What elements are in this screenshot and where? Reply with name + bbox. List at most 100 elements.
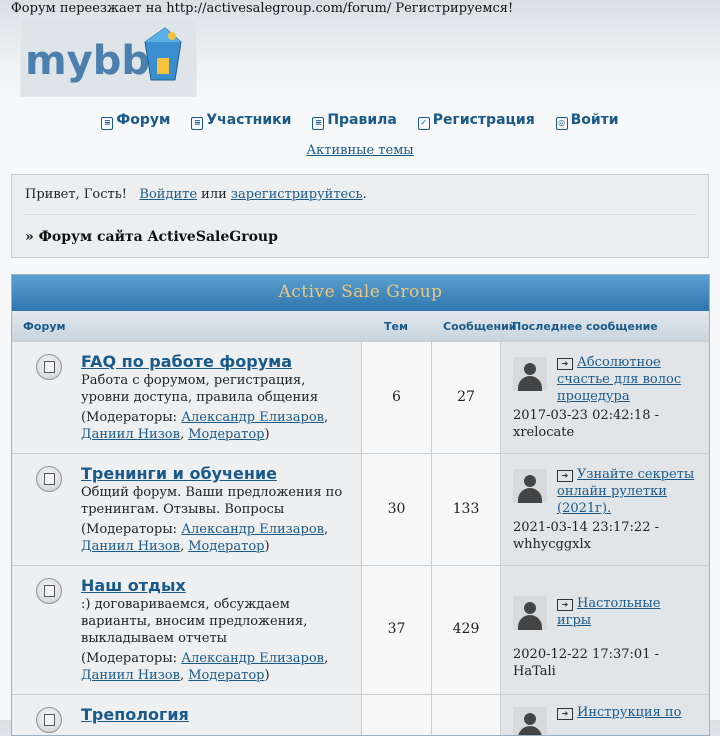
posts-cell: 27 xyxy=(432,342,501,453)
mybb-logo[interactable]: mybb xyxy=(20,17,197,97)
nav-label: Форум xyxy=(116,112,171,128)
go-to-post-icon[interactable]: ➜ xyxy=(557,599,573,611)
forum-icon: ≡ xyxy=(101,117,114,130)
moderator-link[interactable]: Модератор xyxy=(188,427,264,442)
moderator-link[interactable]: Даниил Низов xyxy=(81,539,180,554)
forum-row: Трепология ➜ Инструкция по xyxy=(12,694,709,735)
last-post-line: ➜ Узнайте секреты онлайн рулетки (2021г). xyxy=(557,466,697,517)
moderators-label: (Модераторы: xyxy=(81,522,178,537)
category-title: Active Sale Group xyxy=(12,275,709,311)
moderator-link[interactable]: Александр Елизаров xyxy=(181,410,324,425)
forum-status-icon xyxy=(36,354,62,380)
breadcrumb: » Форум сайта ActiveSaleGroup xyxy=(25,229,278,245)
last-post-link[interactable]: Абсолютное счастье для волос процедура xyxy=(557,355,681,404)
moderators-line: (Модераторы: Александр Елизаров, Даниил … xyxy=(81,651,329,683)
moderator-link[interactable]: Модератор xyxy=(188,539,264,554)
last-post-line: ➜ Настольные игры xyxy=(557,595,697,629)
last-post-cell: ➜ Узнайте секреты онлайн рулетки (2021г).… xyxy=(501,454,709,565)
or-text: или xyxy=(201,187,227,202)
forum-description: Общий форум. Ваши предложения по тренинг… xyxy=(81,485,343,517)
announcement-text: Форум переезжает на http://activesalegro… xyxy=(11,1,514,16)
last-post-link[interactable]: Узнайте секреты онлайн рулетки (2021г). xyxy=(557,467,694,516)
mybb-logo-image: mybb xyxy=(25,27,182,84)
last-post-line: ➜ Абсолютное счастье для волос процедура xyxy=(557,354,697,405)
moderators-line: (Модераторы: Александр Елизаров, Даниил … xyxy=(81,522,329,554)
user-avatar-icon[interactable] xyxy=(513,357,547,391)
greeting-text: Привет, Гость! xyxy=(25,187,128,202)
forum-title-link[interactable]: Трепология xyxy=(81,705,189,724)
user-avatar-icon[interactable] xyxy=(513,469,547,503)
nav-item-rules[interactable]: ≡ Правила xyxy=(312,112,397,130)
forum-description: :) договариваемся, обсуждаем варианты, в… xyxy=(81,597,308,646)
last-post-cell: ➜ Инструкция по xyxy=(501,695,709,735)
nav-item-login[interactable]: ◎ Войти xyxy=(555,112,619,130)
forum-info-cell: FAQ по работе форума Работа с форумом, ре… xyxy=(12,342,362,453)
forum-status-icon xyxy=(36,466,62,492)
topics-cell: 37 xyxy=(362,566,432,694)
nav-label: Регистрация xyxy=(432,112,535,128)
moderators-label: (Модераторы: xyxy=(81,410,178,425)
posts-count: 27 xyxy=(457,389,475,405)
moderator-link[interactable]: Даниил Низов xyxy=(81,668,180,683)
logo-wordmark: mybb xyxy=(25,38,150,84)
user-avatar-icon[interactable] xyxy=(513,707,547,735)
nav-item-forum[interactable]: ≡ Форум xyxy=(101,112,171,130)
topics-count: 37 xyxy=(387,621,406,637)
forum-title-link[interactable]: FAQ по работе форума xyxy=(81,352,292,371)
welcome-box: Привет, Гость! Войдите или зарегистрируй… xyxy=(11,174,709,258)
forum-title-link[interactable]: Наш отдых xyxy=(81,576,186,595)
moderator-link[interactable]: Александр Елизаров xyxy=(181,522,324,537)
last-post-cell: ➜ Настольные игры 2020-12-22 17:37:01 - Ha… xyxy=(501,566,709,694)
posts-cell: 133 xyxy=(432,454,501,565)
register-link[interactable]: зарегистрируйтесь xyxy=(231,187,363,202)
forum-category-table: Active Sale Group Форум Тем Сообщений По… xyxy=(11,274,710,736)
nav-label: Войти xyxy=(570,112,619,128)
divider xyxy=(25,214,695,215)
register-icon: ✓ xyxy=(417,117,430,130)
forum-status-icon xyxy=(36,707,62,733)
welcome-greeting-line: Привет, Гость! Войдите или зарегистрируй… xyxy=(25,187,367,202)
moderators-label: (Модераторы: xyxy=(81,651,178,666)
topics-count: 30 xyxy=(387,501,406,517)
col-posts: Сообщений xyxy=(443,320,517,333)
login-icon: ◎ xyxy=(555,117,568,130)
period-text: . xyxy=(362,187,367,202)
login-link[interactable]: Войдите xyxy=(139,187,197,202)
forum-row: Наш отдых :) договариваемся, обсуждаем ва… xyxy=(12,565,709,694)
topics-cell: 6 xyxy=(362,342,432,453)
nav-item-register[interactable]: ✓ Регистрация xyxy=(417,112,535,130)
posts-cell xyxy=(432,695,501,735)
nav-label: Участники xyxy=(206,112,292,128)
nav-label: Правила xyxy=(327,112,397,128)
forum-info-cell: Наш отдых :) договариваемся, обсуждаем ва… xyxy=(12,566,362,694)
last-post-meta: 2017-03-23 02:42:18 - xrelocate xyxy=(513,408,659,440)
forum-title-link[interactable]: Тренинги и обучение xyxy=(81,464,277,483)
col-forum: Форум xyxy=(23,320,66,333)
forum-info-cell: Тренинги и обучение Общий форум. Ваши пре… xyxy=(12,454,362,565)
user-avatar-icon[interactable] xyxy=(513,596,547,630)
col-last-post: Последнее сообщение xyxy=(512,320,658,333)
col-topics: Тем xyxy=(384,320,408,333)
forum-status-icon xyxy=(36,578,62,604)
moderator-link[interactable]: Модератор xyxy=(188,668,264,683)
active-topics-link[interactable]: Активные темы xyxy=(306,143,413,158)
posts-count: 133 xyxy=(452,501,480,517)
last-post-link[interactable]: Инструкция по xyxy=(577,705,681,720)
topics-count: 6 xyxy=(392,389,401,405)
column-headers: Форум Тем Сообщений Последнее сообщение xyxy=(12,311,709,341)
moderator-link[interactable]: Александр Елизаров xyxy=(181,651,324,666)
go-to-post-icon[interactable]: ➜ xyxy=(557,358,573,370)
posts-cell: 429 xyxy=(432,566,501,694)
moderator-link[interactable]: Даниил Низов xyxy=(81,427,180,442)
go-to-post-icon[interactable]: ➜ xyxy=(557,470,573,482)
forum-row: FAQ по работе форума Работа с форумом, ре… xyxy=(12,341,709,453)
nav-item-members[interactable]: ≡ Участники xyxy=(191,112,291,130)
go-to-post-icon[interactable]: ➜ xyxy=(557,708,573,720)
last-post-cell: ➜ Абсолютное счастье для волос процедура 2… xyxy=(501,342,709,453)
forum-info-cell: Трепология xyxy=(12,695,362,735)
topics-cell: 30 xyxy=(362,454,432,565)
rules-icon: ≡ xyxy=(312,117,325,130)
last-post-line: ➜ Инструкция по xyxy=(557,704,697,721)
posts-count: 429 xyxy=(452,621,480,637)
forum-row: Тренинги и обучение Общий форум. Ваши пре… xyxy=(12,453,709,565)
